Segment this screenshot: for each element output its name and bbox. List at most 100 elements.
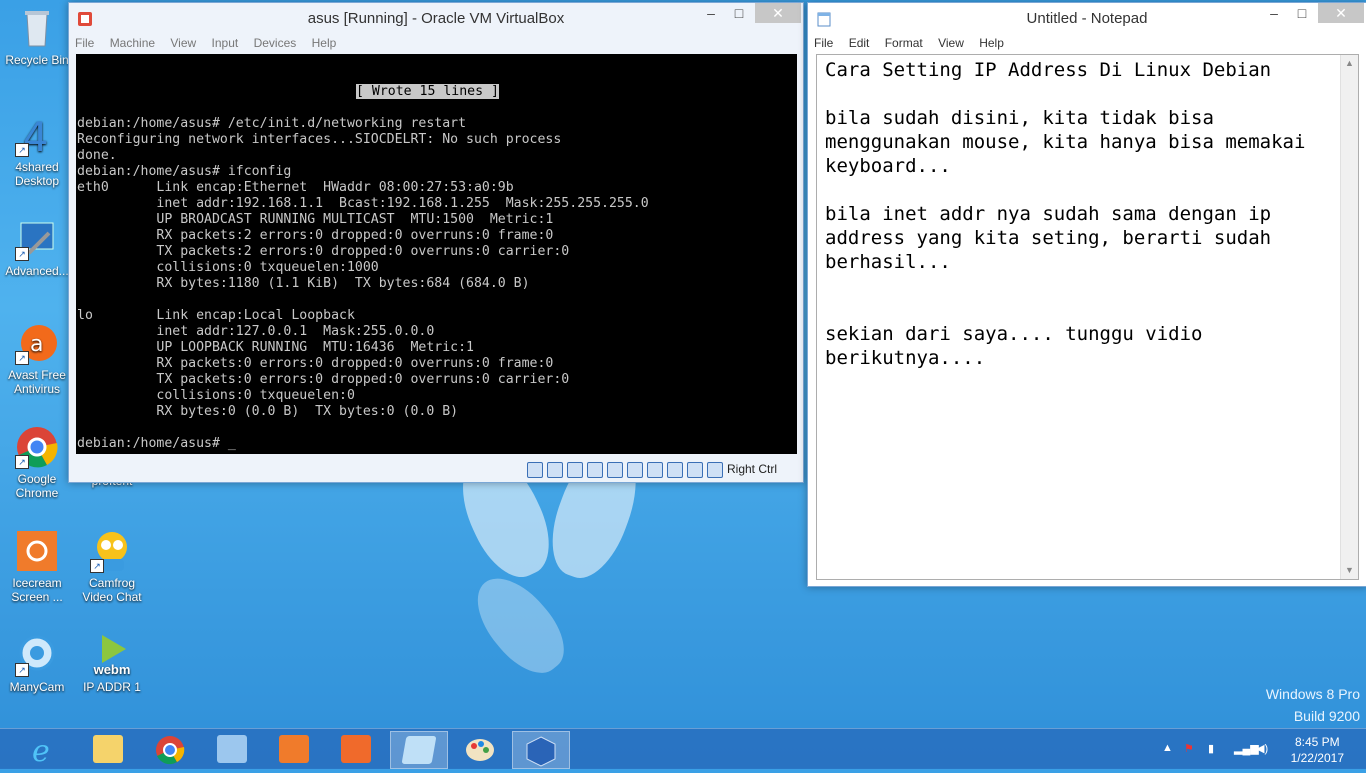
taskbar: e ▲ ⚑ ▮ ▂▄▆ ◀) 8:45 PM 1/22/2017 — [0, 728, 1366, 769]
taskbar-virtualbox[interactable] — [512, 731, 570, 769]
editor-text: Cara Setting IP Address Di Linux Debian … — [825, 59, 1306, 369]
display-icon[interactable] — [627, 461, 643, 478]
network-icon[interactable] — [567, 461, 583, 478]
icecream-screen-icon — [15, 529, 59, 573]
system-clock[interactable]: 8:45 PM 1/22/2017 — [1291, 734, 1344, 766]
menu-file[interactable]: File — [808, 33, 839, 50]
desktop-icon-camfrog[interactable]: ↗ Camfrog Video Chat — [77, 529, 147, 604]
menu-machine[interactable]: Machine — [104, 33, 161, 50]
title-bar[interactable]: Untitled - Notepad ‒ □ ✕ — [808, 3, 1366, 33]
advanced-tool-icon: ↗ — [15, 217, 59, 261]
minimize-button[interactable]: ‒ — [1260, 3, 1288, 23]
action-center-flag-icon[interactable]: ⚑ — [1184, 742, 1196, 756]
svg-text:e: e — [32, 734, 50, 767]
minimize-button[interactable]: ‒ — [697, 3, 725, 23]
notepad-icon — [401, 736, 437, 764]
clock-time: 8:45 PM — [1294, 735, 1340, 749]
maximize-button[interactable]: □ — [725, 3, 753, 23]
desktop-icon-label: IP ADDR 1 — [83, 680, 141, 694]
desktop-icon-label: Camfrog Video Chat — [82, 576, 142, 604]
close-button[interactable]: ✕ — [1318, 3, 1364, 23]
desktop-icon-label: Recycle Bin — [5, 53, 69, 67]
desktop-icon-label: Avast Free Antivirus — [8, 368, 66, 396]
window-title: asus [Running] - Oracle VM VirtualBox — [307, 10, 565, 27]
keyboard-capture-icon[interactable] — [707, 461, 723, 478]
console-output: debian:/home/asus# /etc/init.d/networkin… — [77, 116, 649, 451]
maximize-button[interactable]: □ — [1288, 3, 1316, 23]
folder-icon — [93, 735, 123, 763]
menu-view[interactable]: View — [932, 33, 970, 50]
shortcut-arrow-icon: ↗ — [15, 351, 29, 365]
taskbar-file-explorer[interactable] — [80, 731, 136, 767]
battery-icon[interactable]: ▮ — [1208, 742, 1220, 756]
desktop-icon-icecream-screen[interactable]: Icecream Screen ... — [2, 529, 72, 604]
desktop-icon-webm-file[interactable]: webm IP ADDR 1 — [77, 633, 147, 694]
menu-input[interactable]: Input — [206, 33, 245, 50]
taskbar-internet-explorer[interactable]: e — [16, 731, 72, 769]
video-capture-icon[interactable] — [647, 461, 663, 478]
usb-icon[interactable] — [587, 461, 603, 478]
4shared-icon: 4 ↗ — [15, 113, 59, 161]
desktop-icon-4shared[interactable]: 4 ↗ 4shared Desktop — [2, 113, 72, 188]
clock-date: 1/22/2017 — [1290, 751, 1344, 765]
desktop-icon-manycam[interactable]: ↗ ManyCam — [2, 633, 72, 694]
title-bar[interactable]: asus [Running] - Oracle VM VirtualBox ‒ … — [69, 3, 803, 33]
menu-bar: File Machine View Input Devices Help — [69, 33, 803, 55]
close-button[interactable]: ✕ — [755, 3, 801, 23]
menu-edit[interactable]: Edit — [843, 33, 876, 50]
webm-play-icon: webm — [90, 633, 134, 677]
internet-explorer-icon: e — [32, 734, 50, 769]
console-banner: [ Wrote 15 lines ] — [356, 84, 499, 99]
menu-help[interactable]: Help — [306, 33, 343, 50]
shortcut-arrow-icon: ↗ — [15, 143, 29, 157]
desktop-icon-recycle-bin[interactable]: Recycle Bin — [2, 6, 72, 67]
menu-view[interactable]: View — [164, 33, 202, 50]
taskbar-notepad[interactable] — [390, 731, 448, 769]
shared-folders-icon[interactable] — [607, 461, 623, 478]
taskbar-icecream-recorder[interactable] — [266, 731, 322, 767]
desktop-icon-advanced[interactable]: ↗ Advanced... — [2, 217, 72, 278]
recycle-bin-icon — [15, 6, 59, 50]
taskbar-control-panel[interactable] — [204, 731, 260, 767]
cpu-icon[interactable] — [667, 461, 683, 478]
scroll-up-icon[interactable]: ▲ — [1341, 55, 1358, 72]
chrome-icon — [156, 736, 185, 765]
virtualbox-window[interactable]: asus [Running] - Oracle VM VirtualBox ‒ … — [68, 2, 804, 483]
vertical-scrollbar[interactable]: ▲ ▼ — [1340, 55, 1358, 579]
desktop-icon-label: 4shared Desktop — [14, 160, 60, 188]
desktop-icon-label: Icecream Screen ... — [11, 576, 63, 604]
vm-console-screen[interactable]: [ Wrote 15 lines ] debian:/home/asus# /e… — [76, 54, 797, 454]
mouse-integration-icon[interactable] — [687, 461, 703, 478]
menu-devices[interactable]: Devices — [248, 33, 303, 50]
desktop-icon-label: Google Chrome — [15, 472, 59, 500]
camera-icon — [341, 735, 371, 763]
volume-icon[interactable]: ◀) — [1256, 742, 1268, 756]
svg-text:a: a — [30, 332, 43, 357]
notepad-window[interactable]: Untitled - Notepad ‒ □ ✕ File Edit Forma… — [807, 2, 1366, 587]
menu-file[interactable]: File — [69, 33, 100, 50]
menu-format[interactable]: Format — [879, 33, 929, 50]
taskbar-icecream-screenshot[interactable] — [328, 731, 384, 767]
desktop-icon-avast[interactable]: a ↗ Avast Free Antivirus — [2, 321, 72, 396]
text-editor-area[interactable]: Cara Setting IP Address Di Linux Debian … — [816, 54, 1359, 580]
camfrog-icon: ↗ — [90, 529, 134, 573]
desktop-icon-label: Advanced... — [5, 264, 69, 278]
optical-drive-icon[interactable] — [547, 461, 563, 478]
show-hidden-icons-icon[interactable]: ▲ — [1162, 742, 1174, 756]
chrome-icon: ↗ — [15, 425, 59, 469]
scroll-down-icon[interactable]: ▼ — [1341, 562, 1358, 579]
desktop-icon-google-chrome[interactable]: ↗ Google Chrome — [2, 425, 72, 500]
windows-build-watermark: Build 9200 — [1293, 708, 1360, 724]
shortcut-arrow-icon: ↗ — [90, 559, 104, 573]
vm-device-indicators — [523, 461, 723, 478]
taskbar-google-chrome[interactable] — [142, 731, 198, 767]
manycam-icon: ↗ — [15, 633, 59, 677]
webm-logo-text: webm — [93, 662, 131, 677]
taskbar-paint[interactable] — [452, 731, 508, 767]
menu-help[interactable]: Help — [973, 33, 1010, 50]
shortcut-arrow-icon: ↗ — [15, 663, 29, 677]
shortcut-arrow-icon: ↗ — [15, 455, 29, 469]
paint-palette-icon — [466, 739, 494, 761]
network-signal-icon[interactable]: ▂▄▆ — [1234, 742, 1259, 756]
hard-disk-icon[interactable] — [527, 461, 543, 478]
